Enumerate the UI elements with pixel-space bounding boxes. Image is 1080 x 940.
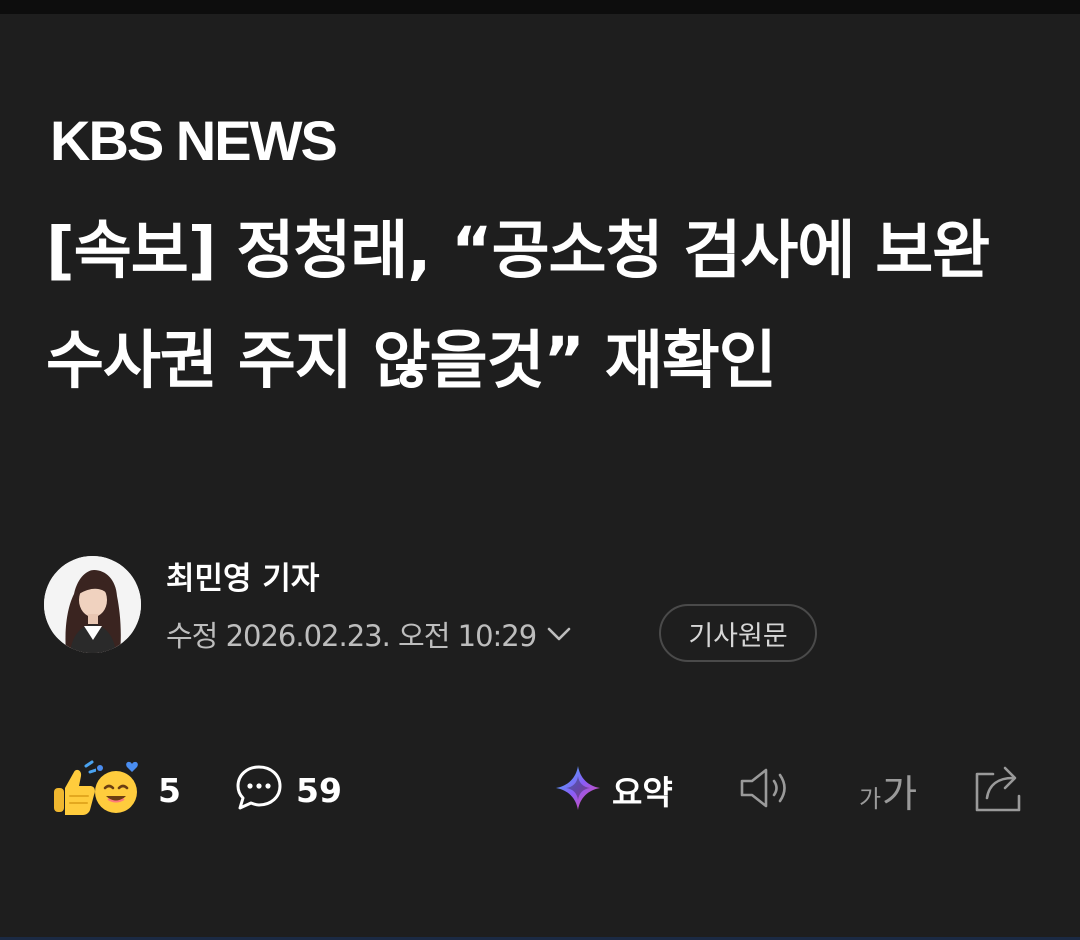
share-button[interactable] xyxy=(966,760,1032,820)
kbs-news-logo: KBS NEWS xyxy=(50,109,338,172)
status-bar-strip xyxy=(0,0,1080,14)
font-size-small-glyph: 가 xyxy=(858,784,882,813)
chevron-down-icon[interactable] xyxy=(546,625,572,643)
reporter-photo xyxy=(44,556,141,653)
text-to-speech-button[interactable] xyxy=(734,760,798,820)
ai-summary-icon xyxy=(554,764,602,816)
publish-date: 수정 2026.02.23. 오전 10:29 xyxy=(166,619,537,653)
font-size-icon: 가 가 xyxy=(859,763,917,818)
reaction-button[interactable]: 5 xyxy=(50,760,181,820)
reaction-icons xyxy=(50,758,146,822)
smile-emoji-icon xyxy=(90,758,146,822)
font-size-large-glyph: 가 xyxy=(882,771,918,816)
share-icon xyxy=(971,762,1027,818)
comment-button[interactable]: 59 xyxy=(234,760,342,820)
original-article-button[interactable]: 기사원문 xyxy=(659,604,817,662)
article-headline: [속보] 정청래, “공소청 검사에 보완수사권 주지 않을것” 재확인 xyxy=(46,214,990,397)
reporter-avatar[interactable] xyxy=(44,556,141,653)
publish-date-row[interactable]: 수정 2026.02.23. 오전 10:29 xyxy=(166,612,572,656)
ai-summary-label: 요약 xyxy=(612,773,673,812)
comment-bubble-icon xyxy=(234,763,284,817)
ai-summary-button[interactable]: 요약 xyxy=(554,760,673,820)
reaction-count: 5 xyxy=(158,770,181,810)
font-size-button[interactable]: 가 가 xyxy=(850,760,926,820)
reporter-name[interactable]: 최민영 기자 xyxy=(166,558,319,600)
comment-count: 59 xyxy=(296,770,342,810)
speaker-icon xyxy=(736,764,796,816)
